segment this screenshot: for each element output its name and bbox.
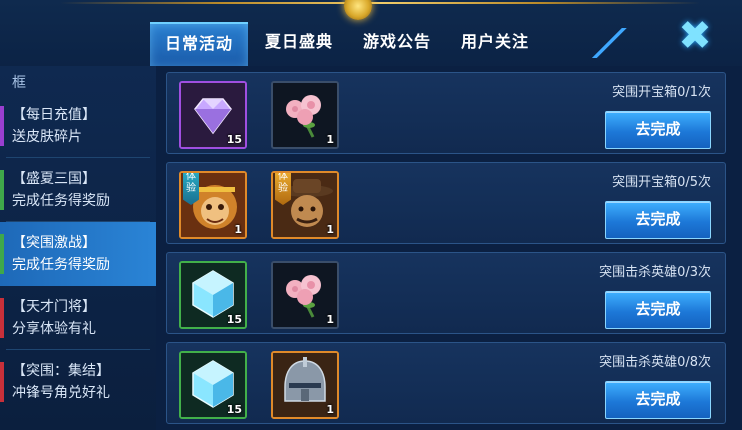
reward-item[interactable]: 体验 1: [271, 171, 339, 239]
task-row: 15 1 突围击杀英雄0/8次 去完成: [166, 342, 726, 424]
task-description: 突围开宝箱0/5次: [612, 175, 711, 190]
sidebar-item-genius-goalkeeper[interactable]: 【天才门将】 分享体验有礼: [0, 286, 156, 350]
reward-quantity: 15: [226, 133, 242, 146]
reward-item[interactable]: 1: [271, 261, 339, 329]
sidebar-item-daily-recharge[interactable]: 【每日充值】 送皮肤碎片: [0, 94, 156, 158]
task-description: 突围击杀英雄0/3次: [599, 265, 711, 280]
sidebar-item-title: 【天才门将】: [12, 299, 96, 315]
sidebar-item-subtitle: 分享体验有礼: [12, 321, 96, 337]
close-button[interactable]: ✖: [670, 13, 720, 59]
sidebar-marker: [0, 362, 4, 402]
task-row: 15 1 突围开宝箱0/1次 去完成: [166, 72, 726, 154]
top-gold-trim: [60, 2, 700, 4]
reward-quantity: 1: [326, 133, 334, 146]
reward-item[interactable]: 体验 1: [179, 171, 247, 239]
sidebar-item-title: 【盛夏三国】: [12, 171, 96, 187]
sidebar-item-breakout-assemble[interactable]: 【突围：集结】 冲锋号角兑好礼: [0, 350, 156, 414]
sidebar-item-subtitle: 送皮肤碎片: [12, 129, 82, 145]
sidebar-item-title: 【每日充值】: [12, 107, 96, 123]
task-list: 15 1 突围开宝箱0/1次 去完成 体验 1 体验 1 突围开宝箱0/5次 去…: [156, 66, 742, 430]
go-complete-button[interactable]: 去完成: [605, 291, 711, 329]
reward-item[interactable]: 1: [271, 351, 339, 419]
go-complete-button[interactable]: 去完成: [605, 201, 711, 239]
reward-item[interactable]: 15: [179, 351, 247, 419]
reward-quantity: 15: [226, 313, 242, 326]
reward-item[interactable]: 1: [271, 81, 339, 149]
activity-sidebar: 框 【每日充值】 送皮肤碎片 【盛夏三国】 完成任务得奖励 【突围激战】 完成任…: [0, 66, 157, 430]
reward-quantity: 1: [326, 403, 334, 416]
sidebar-item-subtitle: 冲锋号角兑好礼: [12, 385, 110, 401]
sidebar-item-summer-three-kingdoms[interactable]: 【盛夏三国】 完成任务得奖励: [0, 158, 156, 222]
task-description: 突围击杀英雄0/8次: [599, 355, 711, 370]
reward-item[interactable]: 15: [179, 81, 247, 149]
tab-summer-festival[interactable]: 夏日盛典: [250, 22, 348, 66]
sidebar-marker: [0, 106, 4, 146]
sidebar-item-breakout-battle[interactable]: 【突围激战】 完成任务得奖励: [0, 222, 156, 286]
tab-bar: 日常活动 夏日盛典 游戏公告 用户关注: [150, 22, 544, 68]
reward-quantity: 1: [326, 223, 334, 236]
go-complete-button[interactable]: 去完成: [605, 111, 711, 149]
header-decor: [590, 28, 630, 58]
sidebar-item-title: 【突围：集结】: [12, 363, 110, 379]
reward-quantity: 1: [326, 313, 334, 326]
tab-game-announcements[interactable]: 游戏公告: [348, 22, 446, 66]
tab-daily-activities[interactable]: 日常活动: [150, 22, 248, 68]
go-complete-button[interactable]: 去完成: [605, 381, 711, 419]
task-description: 突围开宝箱0/1次: [612, 85, 711, 100]
trial-tag: 体验: [183, 173, 199, 205]
task-row: 体验 1 体验 1 突围开宝箱0/5次 去完成: [166, 162, 726, 244]
trial-tag: 体验: [275, 173, 291, 205]
sidebar-marker: [0, 298, 4, 338]
sidebar-item-title: 【突围激战】: [12, 235, 96, 251]
sidebar-heading: 框: [12, 75, 26, 91]
task-row: 15 1 突围击杀英雄0/3次 去完成: [166, 252, 726, 334]
sidebar-marker: [0, 234, 4, 274]
sidebar-item-subtitle: 完成任务得奖励: [12, 193, 110, 209]
sidebar-marker: [0, 170, 4, 210]
sidebar-item-subtitle: 完成任务得奖励: [12, 257, 110, 273]
tab-user-follow[interactable]: 用户关注: [446, 22, 544, 66]
reward-quantity: 15: [226, 403, 242, 416]
reward-quantity: 1: [234, 223, 242, 236]
close-icon: ✖: [678, 13, 712, 59]
reward-item[interactable]: 15: [179, 261, 247, 329]
